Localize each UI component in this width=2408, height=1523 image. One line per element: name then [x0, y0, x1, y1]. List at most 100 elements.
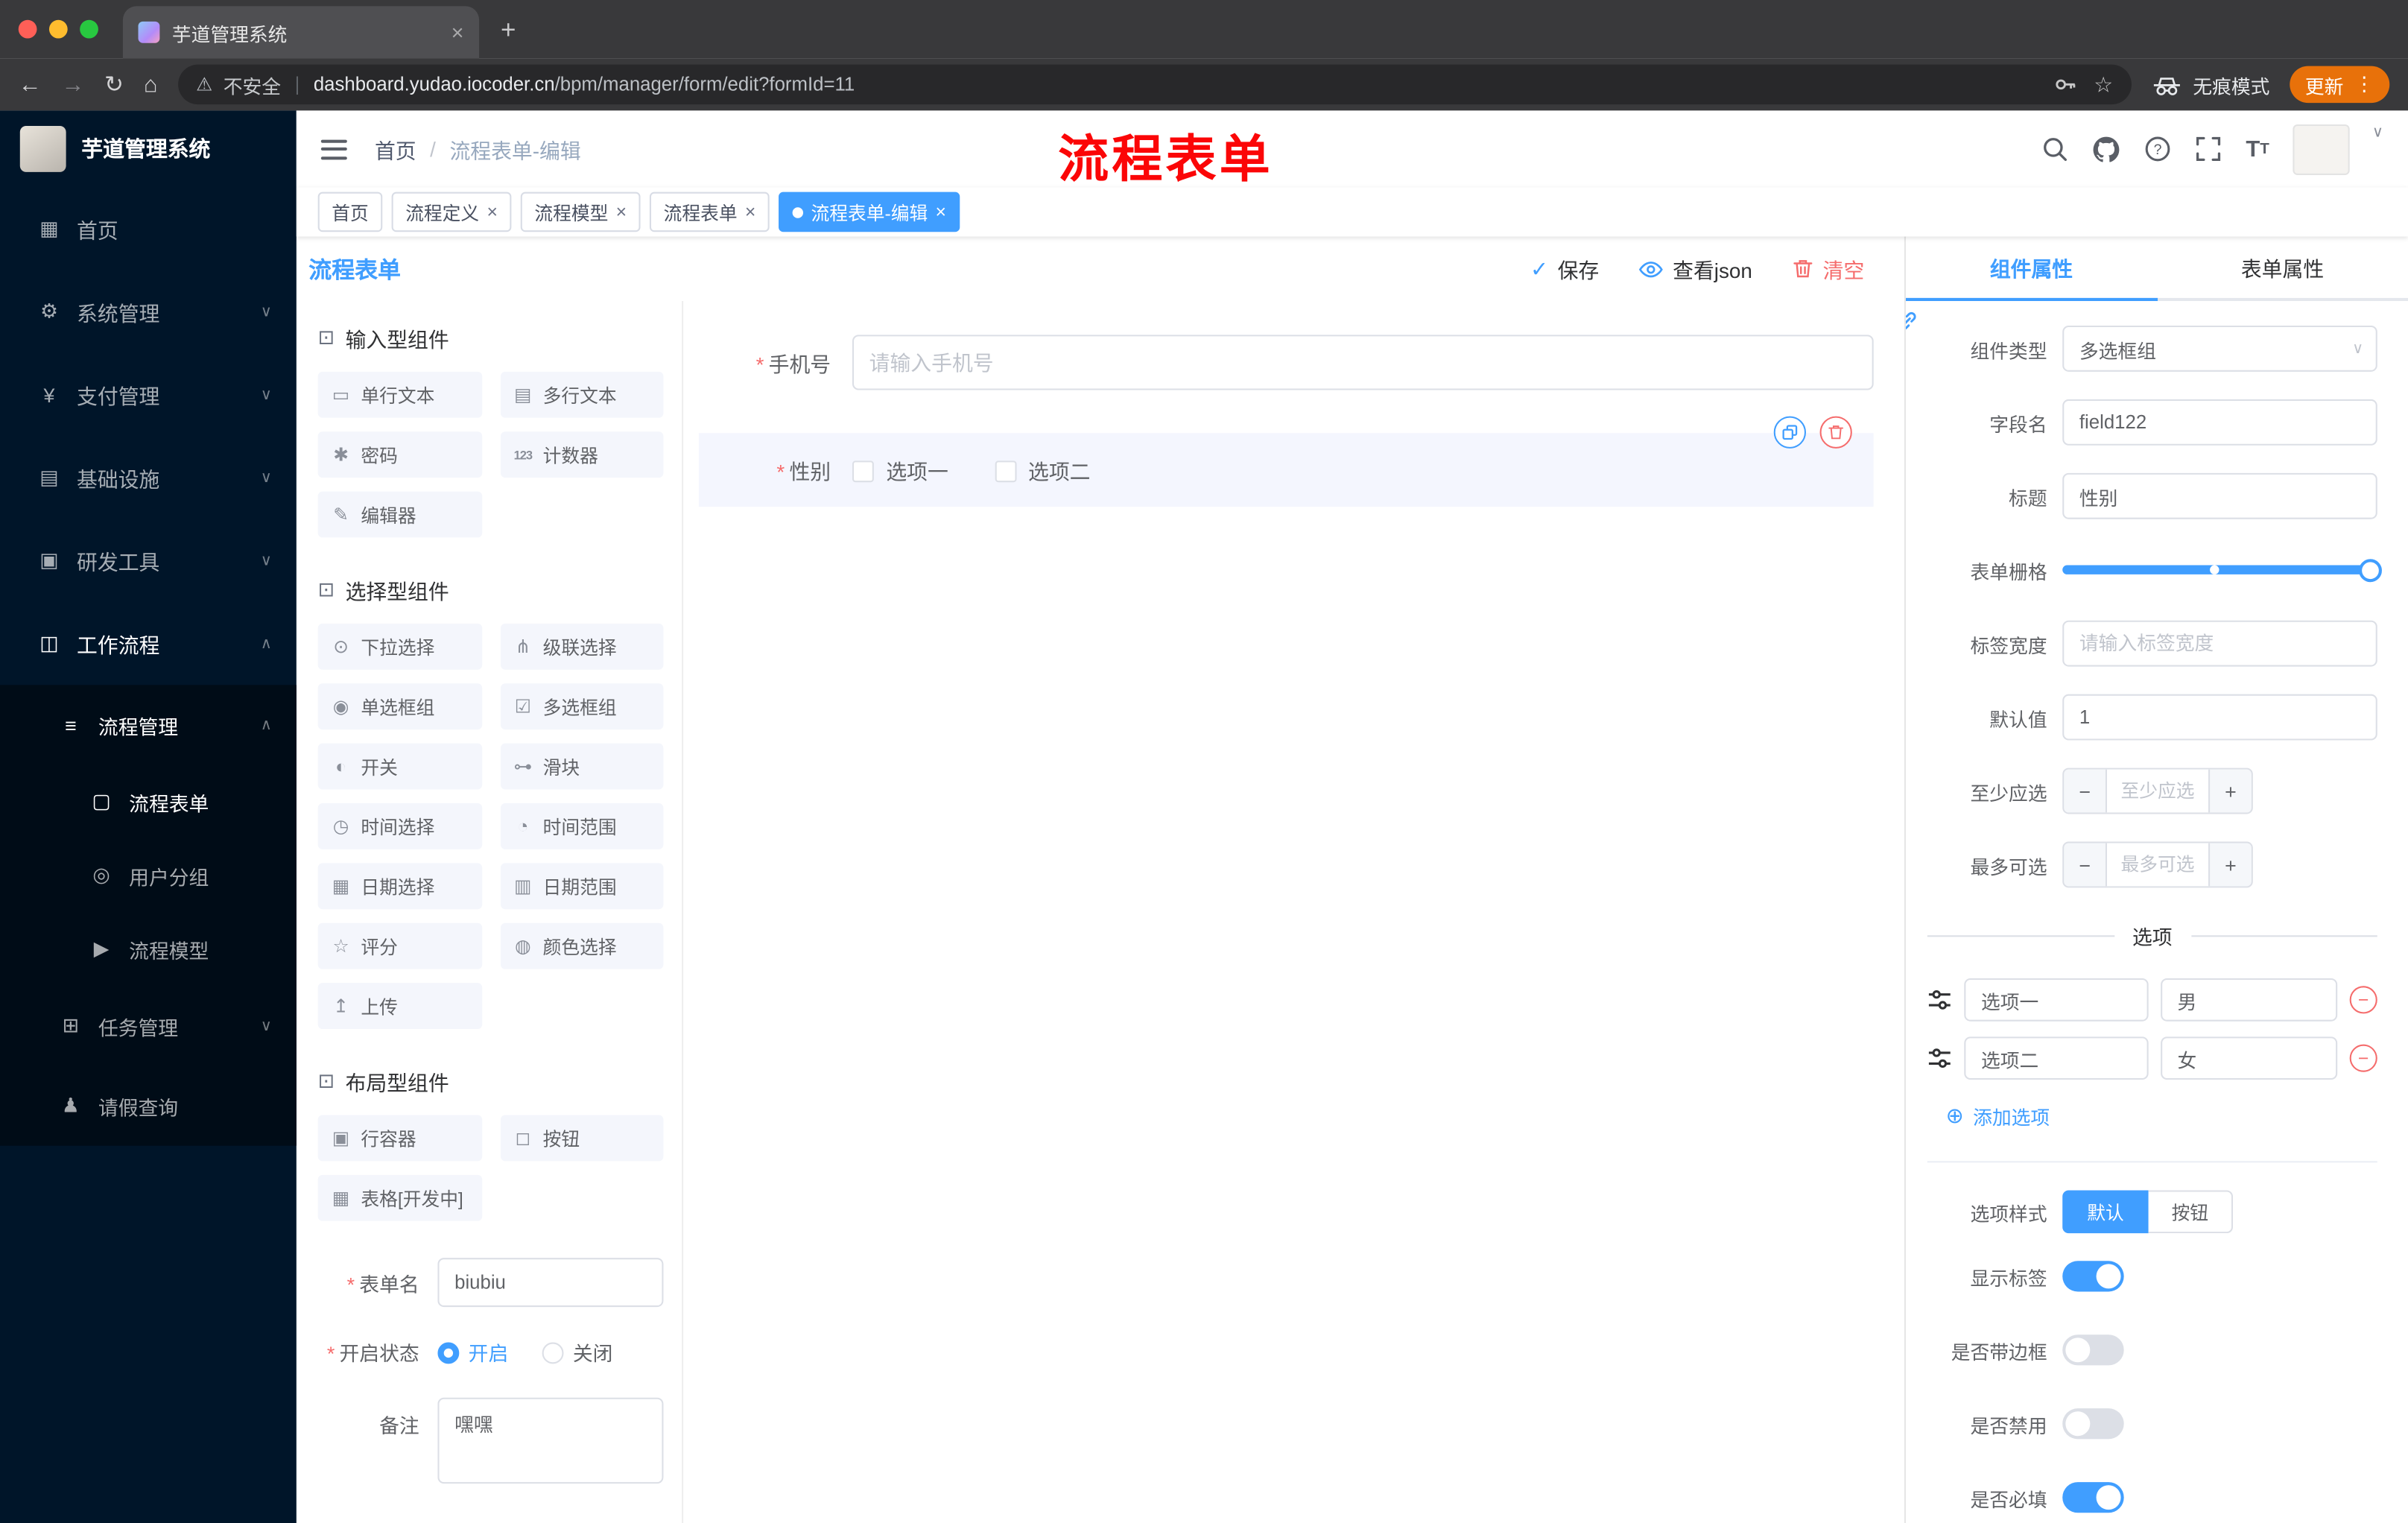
palette-item-cascader[interactable]: ⋔ 级联选择: [499, 623, 664, 670]
drag-handle-icon[interactable]: [1927, 987, 1952, 1012]
palette-item-counter[interactable]: 123 计数器: [499, 431, 664, 478]
collapse-sidebar-icon[interactable]: [320, 139, 347, 159]
canvas-field-phone[interactable]: * 手机号: [699, 335, 1874, 390]
palette-item-radio-group[interactable]: ◉ 单选框组: [317, 683, 482, 730]
status-off-radio[interactable]: 关闭: [542, 1337, 612, 1367]
remove-option-icon[interactable]: −: [2349, 986, 2377, 1014]
github-icon[interactable]: [2092, 134, 2121, 163]
palette-item-multi-line-text[interactable]: ▤ 多行文本: [499, 371, 664, 418]
palette-item-rate[interactable]: ☆ 评分: [317, 922, 482, 969]
browser-update-button[interactable]: 更新 ⋮: [2290, 66, 2390, 104]
close-window-button[interactable]: [18, 19, 37, 39]
tag-process-form-edit[interactable]: 流程表单-编辑 ×: [779, 191, 960, 232]
field-name-input[interactable]: [2062, 399, 2377, 446]
status-on-radio[interactable]: 开启: [437, 1337, 508, 1367]
disabled-switch[interactable]: [2062, 1408, 2124, 1440]
sidebar-item-leave-query[interactable]: ♟ 请假查询: [0, 1066, 297, 1145]
sidebar-logo[interactable]: 芋道管理系统: [0, 110, 297, 187]
show-label-switch[interactable]: [2062, 1261, 2124, 1292]
component-type-select[interactable]: [2062, 325, 2377, 372]
increase-button[interactable]: +: [2208, 843, 2252, 887]
close-tag-icon[interactable]: ×: [616, 201, 627, 223]
sidebar-item-task-mgmt[interactable]: ⊞ 任务管理 ∨: [0, 986, 297, 1066]
form-name-input[interactable]: [437, 1258, 664, 1308]
drag-handle-icon[interactable]: [1927, 1046, 1952, 1071]
tag-process-model[interactable]: 流程模型 ×: [520, 191, 641, 232]
palette-item-table[interactable]: ▦ 表格[开发中]: [317, 1174, 482, 1221]
tab-component-props[interactable]: 组件属性: [1905, 236, 2157, 301]
palette-item-password[interactable]: ✱ 密码: [317, 431, 482, 478]
palette-item-date-range[interactable]: ▥ 日期范围: [499, 863, 664, 910]
min-select-input[interactable]: [2106, 769, 2209, 813]
browser-tab[interactable]: 芋道管理系统 ×: [122, 6, 480, 59]
palette-item-date-picker[interactable]: ▦ 日期选择: [317, 863, 482, 910]
copy-field-button[interactable]: [1773, 416, 1806, 449]
add-option-button[interactable]: ⊕ 添加选项: [1946, 1101, 2377, 1130]
close-tag-icon[interactable]: ×: [936, 201, 946, 223]
breadcrumb-home[interactable]: 首页: [375, 133, 416, 164]
palette-item-dropdown-select[interactable]: ⊙ 下拉选择: [317, 623, 482, 670]
title-input[interactable]: [2062, 472, 2377, 519]
option1-label-input[interactable]: [1964, 978, 2149, 1022]
sidebar-item-payment-mgmt[interactable]: ¥ 支付管理 ∨: [0, 353, 297, 436]
default-value-input[interactable]: [2062, 694, 2377, 741]
close-tag-icon[interactable]: ×: [745, 201, 755, 223]
forward-icon[interactable]: →: [61, 72, 84, 98]
password-key-icon[interactable]: [2054, 74, 2079, 95]
minimize-window-button[interactable]: [48, 19, 68, 39]
remove-option-icon[interactable]: −: [2349, 1044, 2377, 1072]
decrease-button[interactable]: −: [2064, 843, 2107, 887]
avatar-caret-icon[interactable]: ∨: [2372, 124, 2383, 141]
remark-textarea[interactable]: 嘿嘿: [437, 1397, 664, 1484]
palette-item-editor[interactable]: ✎ 编辑器: [317, 491, 482, 538]
palette-item-time-range[interactable]: ◔ 时间范围: [499, 803, 664, 849]
fullscreen-icon[interactable]: [2195, 135, 2222, 162]
palette-item-color-picker[interactable]: ◍ 颜色选择: [499, 922, 664, 969]
form-grid-slider[interactable]: [2062, 547, 2382, 593]
save-button[interactable]: ✓ 保存: [1530, 253, 1599, 284]
option2-label-input[interactable]: [1964, 1036, 2149, 1080]
canvas-field-gender-selected[interactable]: * 性别 选项一 选项二: [698, 416, 1874, 507]
option1-value-input[interactable]: [2160, 978, 2338, 1022]
tab-form-props[interactable]: 表单属性: [2157, 236, 2408, 297]
decrease-button[interactable]: −: [2064, 769, 2107, 813]
search-icon[interactable]: [2041, 135, 2069, 162]
sidebar-item-workflow[interactable]: ◫ 工作流程 ∧: [0, 602, 297, 685]
user-avatar[interactable]: [2292, 123, 2349, 174]
zoom-window-button[interactable]: [80, 19, 98, 39]
palette-item-row-container[interactable]: ▣ 行容器: [317, 1115, 482, 1162]
sidebar-item-system-mgmt[interactable]: ⚙ 系统管理 ∨: [0, 270, 297, 353]
palette-item-switch[interactable]: ◐ 开关: [317, 743, 482, 790]
sidebar-item-process-model[interactable]: ▶ 流程模型: [0, 912, 297, 986]
close-tab-icon[interactable]: ×: [452, 20, 464, 45]
sidebar-item-process-mgmt[interactable]: ≡ 流程管理 ∧: [0, 685, 297, 764]
sidebar-item-process-form[interactable]: ▢ 流程表单: [0, 764, 297, 838]
required-switch[interactable]: [2062, 1482, 2124, 1513]
palette-item-single-line-text[interactable]: ▭ 单行文本: [317, 371, 482, 418]
browser-menu-dots-icon[interactable]: ⋮: [2354, 72, 2374, 97]
palette-item-upload[interactable]: ↥ 上传: [317, 983, 482, 1030]
phone-input[interactable]: [852, 335, 1874, 390]
palette-item-button[interactable]: ◻ 按钮: [499, 1115, 664, 1162]
close-tag-icon[interactable]: ×: [487, 201, 497, 223]
bookmark-star-icon[interactable]: ☆: [2094, 72, 2113, 98]
sidebar-item-infrastructure[interactable]: ▤ 基础设施 ∨: [0, 436, 297, 519]
back-icon[interactable]: ←: [19, 72, 42, 98]
view-json-button[interactable]: 查看json: [1639, 253, 1752, 284]
slider-handle[interactable]: [2359, 558, 2382, 582]
palette-item-slider[interactable]: ⊶ 滑块: [499, 743, 664, 790]
label-width-input[interactable]: [2062, 620, 2377, 667]
delete-field-button[interactable]: [1819, 416, 1852, 449]
help-icon[interactable]: ?: [2144, 135, 2172, 162]
new-tab-button[interactable]: +: [501, 16, 516, 46]
tag-home[interactable]: 首页: [317, 191, 383, 232]
sidebar-item-devtools[interactable]: ▣ 研发工具 ∨: [0, 519, 297, 602]
link-icon[interactable]: [1905, 304, 1924, 338]
sidebar-item-home[interactable]: ▦ 首页: [0, 187, 297, 270]
tag-process-form[interactable]: 流程表单 ×: [650, 191, 770, 232]
gender-checkbox-option2[interactable]: 选项二: [994, 455, 1090, 485]
with-border-switch[interactable]: [2062, 1334, 2124, 1366]
tag-process-definition[interactable]: 流程定义 ×: [391, 191, 512, 232]
gender-checkbox-option1[interactable]: 选项一: [852, 455, 948, 485]
home-icon[interactable]: ⌂: [144, 72, 158, 98]
